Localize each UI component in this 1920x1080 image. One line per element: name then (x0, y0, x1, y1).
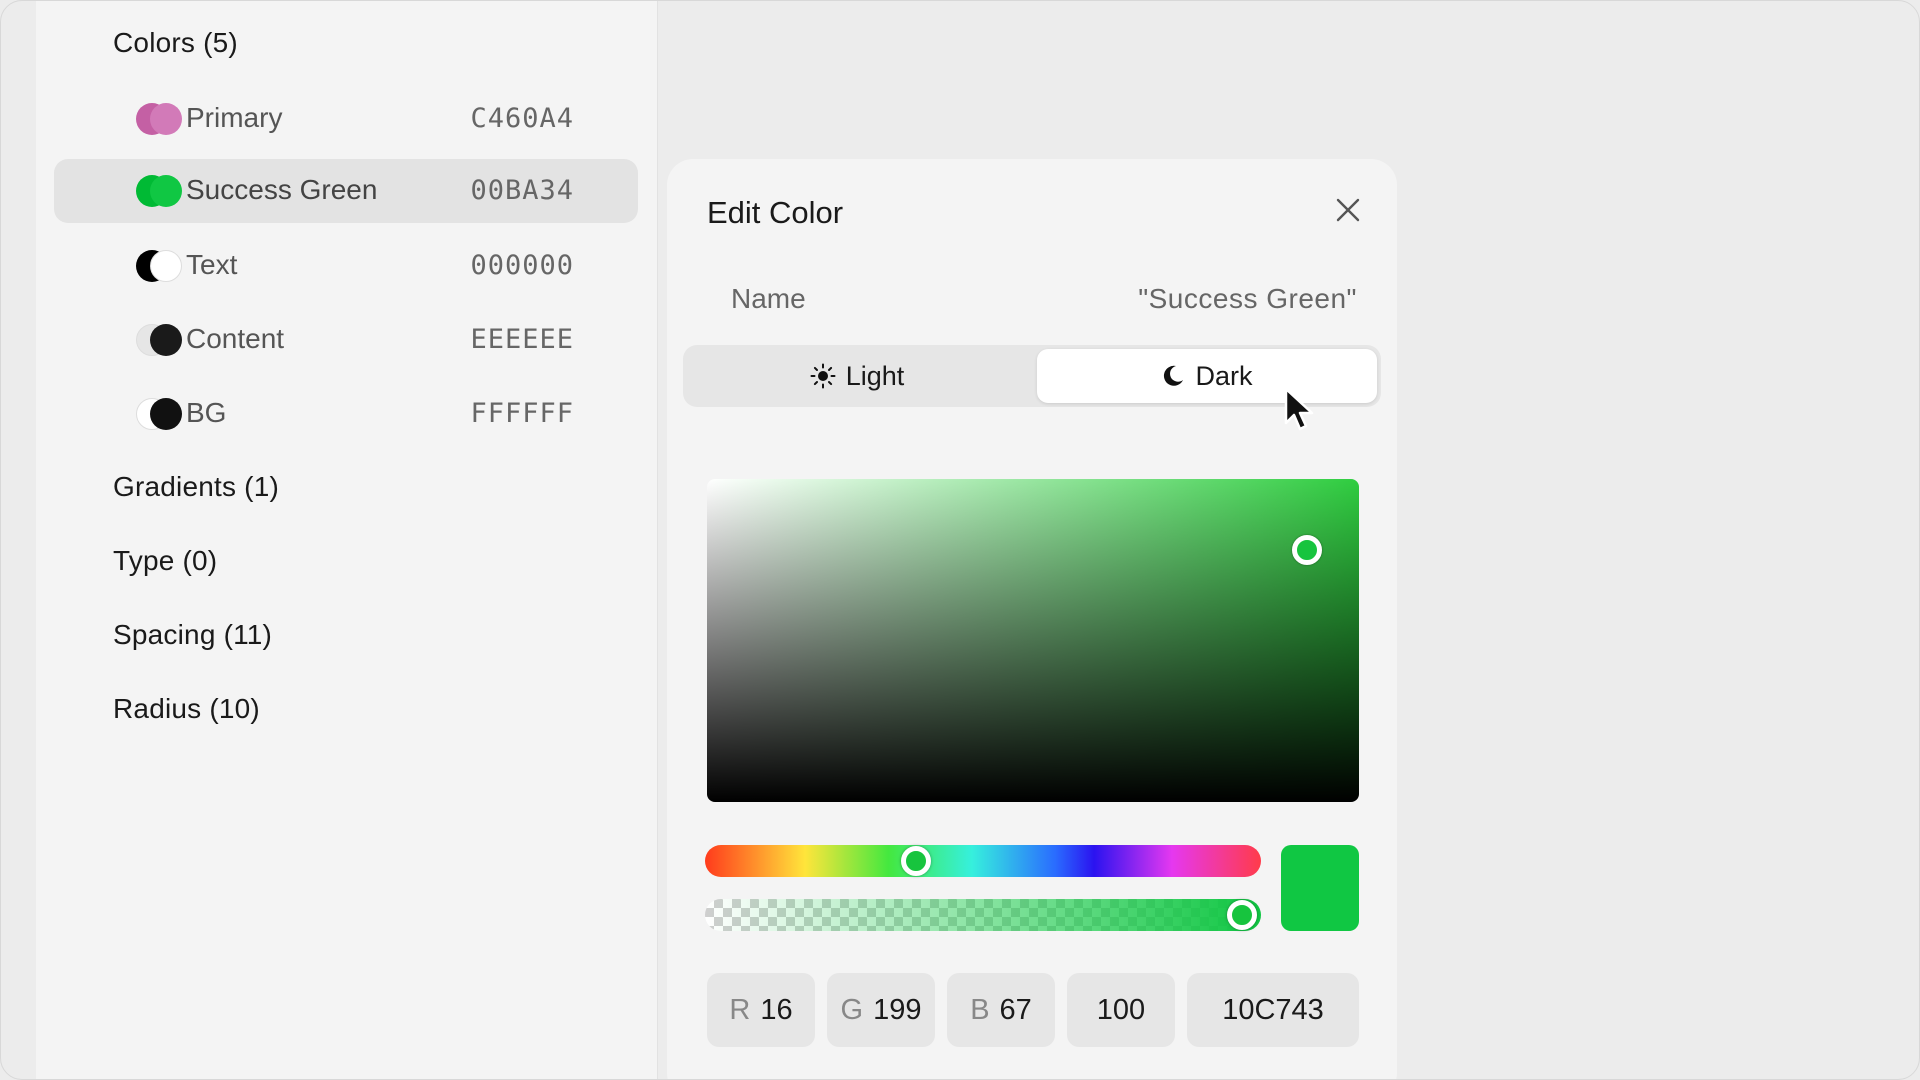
alpha-slider-handle[interactable] (1227, 900, 1257, 930)
color-swatch (136, 398, 184, 430)
hue-slider[interactable] (705, 845, 1261, 877)
color-hex: C460A4 (470, 103, 574, 134)
color-name: Text (186, 249, 238, 280)
color-name: Content (186, 323, 285, 354)
blue-value: 67 (999, 993, 1032, 1026)
close-button[interactable] (1331, 193, 1365, 227)
dark-mode-label: Dark (1195, 360, 1253, 391)
color-row-bg[interactable]: BG FFFFFF (54, 382, 638, 446)
section-spacing[interactable]: Spacing (11) (113, 619, 272, 651)
red-field[interactable]: R 16 (707, 973, 815, 1047)
color-name: Primary (186, 102, 283, 133)
color-hex: EEEEEE (470, 324, 574, 355)
dark-mode-button[interactable]: Dark (1037, 349, 1377, 403)
light-mode-button[interactable]: Light (687, 349, 1027, 403)
swatch-dark-dot (150, 324, 182, 356)
hex-field[interactable]: 10C743 (1187, 973, 1359, 1047)
alpha-slider[interactable] (705, 899, 1261, 931)
moon-icon (1164, 365, 1184, 386)
picker-handle[interactable] (1291, 535, 1322, 566)
red-value: 16 (760, 993, 793, 1026)
blue-label: B (970, 993, 990, 1026)
swatch-dark-dot (150, 103, 182, 135)
color-hex: 000000 (470, 250, 574, 281)
app-window: Colors (5) Primary C460A4 Success Green … (0, 0, 1920, 1080)
section-type[interactable]: Type (0) (113, 545, 217, 577)
sun-icon (810, 363, 836, 389)
color-row-text[interactable]: Text 000000 (54, 234, 638, 298)
color-preview (1281, 845, 1359, 931)
hex-value: 10C743 (1222, 993, 1324, 1026)
section-radius[interactable]: Radius (10) (113, 693, 260, 725)
tokens-sidebar: Colors (5) Primary C460A4 Success Green … (36, 1, 658, 1079)
color-swatch (136, 324, 184, 356)
color-hex: FFFFFF (470, 398, 574, 429)
close-icon (1336, 198, 1360, 222)
swatch-dark-dot (150, 175, 182, 207)
color-swatch (136, 103, 184, 135)
color-swatch (136, 175, 184, 207)
green-label: G (840, 993, 864, 1026)
color-name: BG (186, 397, 227, 428)
edit-color-panel: Edit Color Name "Success Green" Light Da… (667, 159, 1397, 1079)
alpha-value: 100 (1096, 993, 1146, 1026)
color-row-primary[interactable]: Primary C460A4 (54, 87, 638, 151)
name-label: Name (731, 283, 806, 314)
green-value: 199 (873, 993, 922, 1026)
name-value[interactable]: "Success Green" (1138, 283, 1357, 315)
swatch-dark-dot (150, 398, 182, 430)
color-hex: 00BA34 (470, 175, 574, 206)
red-label: R (729, 993, 751, 1026)
color-name: Success Green (186, 174, 378, 205)
swatch-dark-dot (150, 250, 182, 282)
mode-toggle: Light Dark (683, 345, 1381, 407)
light-mode-label: Light (845, 360, 905, 391)
saturation-brightness-picker[interactable] (707, 479, 1359, 802)
panel-title: Edit Color (707, 195, 844, 230)
section-colors[interactable]: Colors (5) (113, 27, 238, 59)
color-swatch (136, 250, 184, 282)
section-gradients[interactable]: Gradients (1) (113, 471, 279, 503)
alpha-field[interactable]: 100 (1067, 973, 1175, 1047)
hue-slider-handle[interactable] (901, 846, 932, 876)
blue-field[interactable]: B 67 (947, 973, 1055, 1047)
color-row-content[interactable]: Content EEEEEE (54, 308, 638, 372)
alpha-gradient (705, 899, 1261, 931)
green-field[interactable]: G 199 (827, 973, 935, 1047)
color-row-success-green[interactable]: Success Green 00BA34 (54, 159, 638, 223)
